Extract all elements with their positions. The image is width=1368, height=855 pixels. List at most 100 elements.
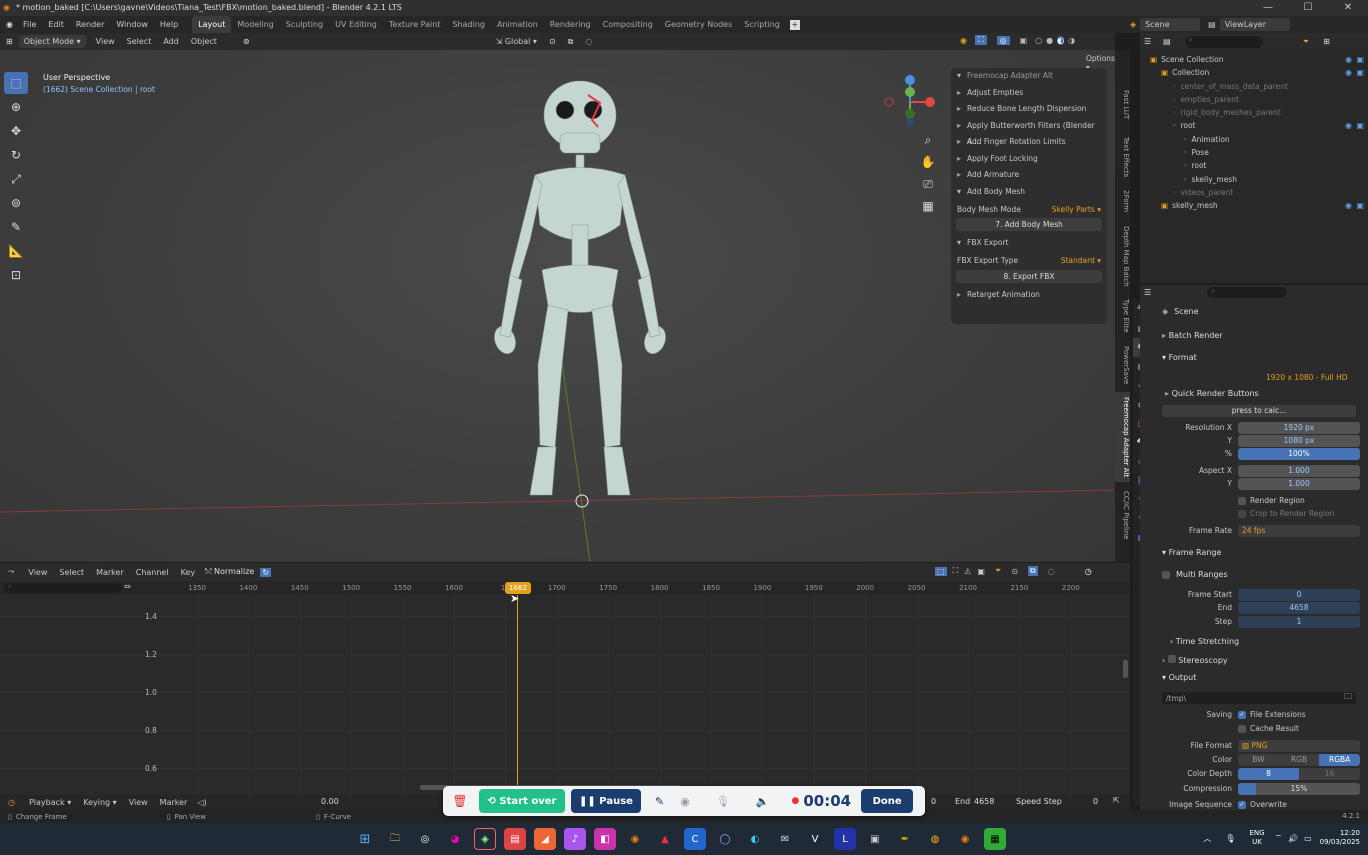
crop-checkbox[interactable] xyxy=(1238,509,1246,518)
outliner-row[interactable]: ◦ skelly_mesh xyxy=(1140,173,1368,186)
format-section[interactable]: ▾ Format xyxy=(1162,353,1197,362)
ge-menu-view[interactable]: View xyxy=(22,568,53,577)
quick-render-section[interactable]: ▸ Quick Render Buttons xyxy=(1165,389,1259,398)
zoom-icon[interactable]: ⌕ xyxy=(920,130,936,150)
outliner-row[interactable]: ◦ root ◉ ▣ xyxy=(1140,119,1368,132)
affinity-icon[interactable]: ▲ xyxy=(654,828,676,850)
visibility-eye-icon[interactable]: ◉ xyxy=(1345,53,1352,66)
resolution-pct-field[interactable]: 100% xyxy=(1238,447,1360,460)
select-box-icon[interactable]: ⬚ xyxy=(4,72,28,94)
blender-alt-icon[interactable]: ◉ xyxy=(624,828,646,850)
app-mail-icon[interactable]: ✉ xyxy=(774,828,796,850)
minimize-icon[interactable]: — xyxy=(1248,0,1288,16)
wifi-icon[interactable]: ⌔ xyxy=(1275,833,1283,843)
stereoscopy-section[interactable]: › Stereoscopy xyxy=(1162,655,1228,665)
aspect-y-field[interactable]: 1.000 xyxy=(1238,477,1360,490)
playback-menu[interactable]: Playback ▾ xyxy=(23,798,77,807)
nvidia-icon[interactable]: ▦ xyxy=(984,828,1006,850)
audio-icon[interactable]: ◁) xyxy=(197,798,206,807)
scale-icon[interactable]: ⤢ xyxy=(4,168,28,190)
chrome-icon[interactable]: ◍ xyxy=(924,828,946,850)
menu-object[interactable]: Object xyxy=(185,37,223,46)
file-format-dropdown[interactable]: ▨ PNG xyxy=(1238,739,1360,752)
capcut-icon[interactable]: V xyxy=(804,828,826,850)
mode-selector[interactable]: Object Mode ▾ xyxy=(18,35,86,48)
render-camera-icon[interactable]: ▣ xyxy=(1356,199,1364,212)
timeline-marker-menu[interactable]: Marker xyxy=(154,798,194,807)
tab-powersave[interactable]: PowerSave xyxy=(1115,340,1130,390)
navigation-gizmo[interactable] xyxy=(880,72,940,132)
graph-area[interactable]: 1.4 1.2 1.0 0.8 0.6 xyxy=(0,595,1130,795)
outliner-row[interactable]: ▣ skelly_mesh ◉ ▣ xyxy=(1140,199,1368,212)
overwrite-checkbox[interactable]: ✓ xyxy=(1238,800,1246,809)
tab-texture-paint[interactable]: Texture Paint xyxy=(383,16,447,33)
start-windows-icon[interactable]: ⊞ xyxy=(354,828,376,850)
tab-modeling[interactable]: Modeling xyxy=(231,16,279,33)
grid-ortho-icon[interactable]: ▦ xyxy=(920,196,936,216)
edge-icon[interactable]: ◐ xyxy=(744,828,766,850)
properties-search-input[interactable]: ⌕ xyxy=(1207,287,1288,298)
frame-start-field[interactable]: 0 xyxy=(1238,588,1360,601)
done-button[interactable]: Done xyxy=(861,789,914,813)
pivot-icon[interactable]: ⊙ xyxy=(549,37,556,46)
app-pink-icon[interactable]: ◧ xyxy=(594,828,616,850)
timeline-right-icon[interactable]: ⇱ xyxy=(1113,796,1120,805)
multi-ranges-checkbox[interactable] xyxy=(1162,570,1170,579)
tray-chevron-icon[interactable]: ︿ xyxy=(1203,833,1211,844)
tray-mic-icon[interactable]: 🎙 xyxy=(1225,834,1235,843)
xray-icon[interactable]: ▣ xyxy=(1020,36,1028,45)
snap-icon[interactable]: ⧉ xyxy=(568,37,574,47)
stereoscopy-checkbox[interactable] xyxy=(1167,655,1176,663)
battery-icon[interactable]: ▭ xyxy=(1304,834,1312,843)
orientation-selector[interactable]: ⇲ Global ▾ xyxy=(490,37,543,46)
pause-button[interactable]: ❚❚ Pause xyxy=(571,789,641,813)
tab-fast-lut[interactable]: Fast LUT xyxy=(1115,80,1130,130)
tab-scripting[interactable]: Scripting xyxy=(738,16,786,33)
render-camera-icon[interactable]: ▣ xyxy=(1356,119,1364,132)
tab-sculpting[interactable]: Sculpting xyxy=(280,16,329,33)
frame-rate-dropdown[interactable]: 24 fps xyxy=(1238,524,1360,537)
apply-foot-locking[interactable]: Apply Foot Locking xyxy=(951,151,1107,168)
tab-freemocap[interactable]: Freemocap Adapter Alt xyxy=(1115,392,1130,482)
batch-render-section[interactable]: ▸ Batch Render xyxy=(1162,331,1223,340)
outliner-filter-mode-icon[interactable]: ▤ xyxy=(1163,37,1171,46)
tab-geometry-nodes[interactable]: Geometry Nodes xyxy=(659,16,738,33)
draw-pen-icon[interactable]: ✎ xyxy=(655,795,664,808)
menu-file[interactable]: File xyxy=(17,16,42,33)
file-explorer-icon[interactable]: 🗀 xyxy=(384,828,406,850)
app-l-icon[interactable]: L xyxy=(834,828,856,850)
adjust-empties[interactable]: Adjust Empties xyxy=(951,85,1107,102)
ge-pivot-icon[interactable]: ⊙ xyxy=(1011,567,1018,576)
camera-off-icon[interactable]: ◉ xyxy=(680,795,690,808)
tab-uv-editing[interactable]: UV Editing xyxy=(329,16,383,33)
start-over-button[interactable]: ⟲ Start over xyxy=(479,789,565,813)
normalize-toggle[interactable]: ⤲ Normalize xyxy=(205,567,254,577)
resolution-x-field[interactable]: 1920 px xyxy=(1238,421,1360,434)
cursor-icon[interactable]: ⊕ xyxy=(4,96,28,118)
ge-select-icon[interactable]: ⬚ xyxy=(935,566,947,576)
visibility-icon[interactable]: ◉ xyxy=(960,36,967,45)
timeline-type-icon[interactable]: ◷ xyxy=(0,798,23,807)
aspect-x-field[interactable]: 1.000 xyxy=(1238,464,1360,477)
gizmo-icon[interactable]: ⊛ xyxy=(243,37,250,46)
swap-icon[interactable]: ⇔ xyxy=(124,582,131,591)
tab-2form[interactable]: 2Form xyxy=(1115,184,1130,219)
time-stretching-section[interactable]: › Time Stretching xyxy=(1170,637,1239,646)
blender-taskbar-icon[interactable]: ◈ xyxy=(474,828,496,850)
menu-view[interactable]: View xyxy=(90,37,121,46)
outliner-row[interactable]: ◦ Animation xyxy=(1140,133,1368,146)
maximize-icon[interactable]: ☐ xyxy=(1288,0,1328,16)
app-circle-icon[interactable]: ◯ xyxy=(714,828,736,850)
app-image-icon[interactable]: ▣ xyxy=(864,828,886,850)
visibility-eye-icon[interactable]: ◉ xyxy=(1345,66,1352,79)
menu-help[interactable]: Help xyxy=(154,16,184,33)
output-section[interactable]: ▾ Output xyxy=(1162,673,1196,682)
menu-window[interactable]: Window xyxy=(110,16,154,33)
obs-icon[interactable]: ◎ xyxy=(414,828,436,850)
add-body-mesh-button[interactable]: 7. Add Body Mesh xyxy=(956,218,1102,231)
outliner-row[interactable]: ▣ Scene Collection ◉ ▣ xyxy=(1140,53,1368,66)
ge-menu-key[interactable]: Key xyxy=(175,568,202,577)
timeline-start[interactable]: 0 xyxy=(931,797,936,806)
add-body-mesh-header[interactable]: Add Body Mesh xyxy=(951,184,1107,201)
render-region-checkbox[interactable] xyxy=(1238,496,1246,505)
